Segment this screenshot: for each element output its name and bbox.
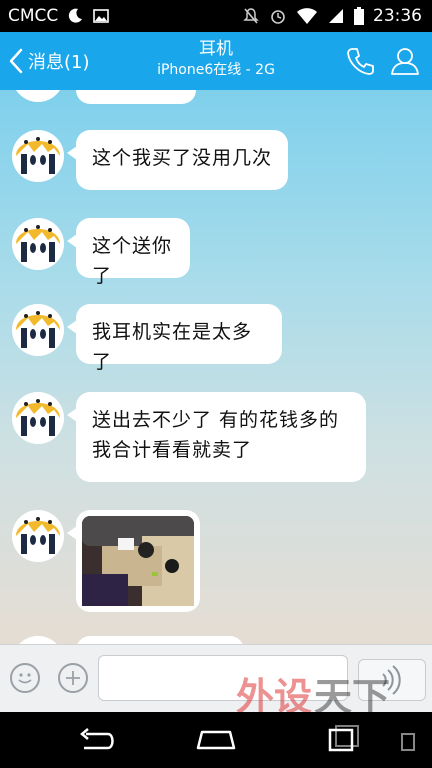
signal-icon xyxy=(329,9,343,23)
message-bubble[interactable]: 送出去不少了 有的花钱多的 我合计看看就卖了 xyxy=(67,392,366,482)
clock: 23:36 xyxy=(373,6,422,26)
home-icon[interactable] xyxy=(192,724,240,756)
plus-icon[interactable] xyxy=(58,663,88,693)
message-bubble[interactable] xyxy=(76,636,244,644)
avatar[interactable] xyxy=(12,304,64,356)
message-bubble[interactable]: 我耳机实在是太多了 xyxy=(67,304,282,373)
avatar[interactable] xyxy=(12,130,64,182)
profile-icon[interactable] xyxy=(388,44,422,78)
message-input[interactable] xyxy=(98,655,348,701)
avatar-image xyxy=(16,90,60,102)
message-text-line: 我合计看看就卖了 xyxy=(92,439,253,461)
moon-icon xyxy=(69,8,83,23)
voice-button[interactable] xyxy=(358,659,426,701)
avatar-image xyxy=(12,130,64,182)
chevron-left-icon xyxy=(9,48,23,74)
back-button[interactable]: 消息(1) xyxy=(8,44,90,78)
carrier-label: CMCC xyxy=(8,6,59,26)
avatar-image xyxy=(12,218,64,270)
wifi-icon xyxy=(297,8,317,24)
mute-icon xyxy=(243,8,259,24)
chat-message-list[interactable]: 这个我买了没用几次 这个送你了 我耳机实在是太多了 送出去不少了 有的花钱多的 … xyxy=(0,90,432,644)
back-icon[interactable] xyxy=(72,724,120,756)
keyboard-indicator-icon xyxy=(401,733,415,751)
chat-header: 消息(1) 耳机 iPhone6在线 - 2G xyxy=(0,32,432,90)
photo-thumbnail[interactable] xyxy=(82,516,194,606)
message-text: 我耳机实在是太多了 xyxy=(92,321,253,373)
back-label: 消息(1) xyxy=(28,52,90,73)
status-bar: CMCC 23:36 xyxy=(0,0,432,32)
message-bubble[interactable]: 这个我买了没用几次 xyxy=(67,130,288,190)
avatar[interactable] xyxy=(12,636,64,644)
message-bubble[interactable] xyxy=(76,90,196,104)
avatar[interactable] xyxy=(12,392,64,444)
smiley-icon[interactable] xyxy=(10,663,40,693)
battery-icon xyxy=(354,7,364,25)
phone-icon[interactable] xyxy=(344,44,378,78)
message-bubble[interactable]: 这个送你了 xyxy=(67,218,190,287)
message-text-line: 送出去不少了 有的花钱多的 xyxy=(92,409,340,431)
avatar-image xyxy=(12,392,64,444)
message-text: 这个送你了 xyxy=(92,235,173,287)
image-message-bubble[interactable] xyxy=(67,510,200,612)
alarm-icon xyxy=(271,10,285,24)
recents-icon[interactable] xyxy=(318,724,366,756)
input-bar xyxy=(0,644,432,713)
voice-icon xyxy=(382,665,401,695)
system-nav-bar xyxy=(0,712,432,768)
avatar[interactable] xyxy=(12,510,64,562)
message-text: 这个我买了没用几次 xyxy=(92,147,273,169)
avatar-image xyxy=(12,510,64,562)
avatar[interactable] xyxy=(12,218,64,270)
image-icon xyxy=(93,9,110,23)
avatar[interactable] xyxy=(12,90,64,102)
avatar-image xyxy=(19,636,57,644)
avatar-image xyxy=(12,304,64,356)
